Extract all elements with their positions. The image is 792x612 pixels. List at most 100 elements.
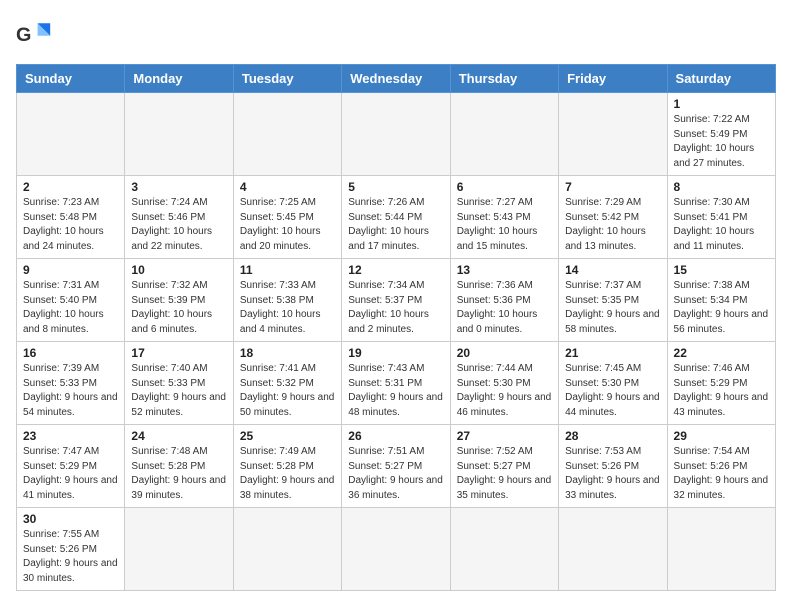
day-info: Sunrise: 7:39 AM Sunset: 5:33 PM Dayligh…	[23, 362, 118, 420]
calendar-table: SundayMondayTuesdayWednesdayThursdayFrid…	[16, 64, 776, 591]
day-number: 17	[131, 346, 226, 360]
day-info: Sunrise: 7:24 AM Sunset: 5:46 PM Dayligh…	[131, 196, 226, 254]
day-info: Sunrise: 7:49 AM Sunset: 5:28 PM Dayligh…	[240, 445, 335, 503]
day-number: 21	[565, 346, 660, 360]
day-number: 7	[565, 180, 660, 194]
calendar-cell: 8 Sunrise: 7:30 AM Sunset: 5:41 PM Daylig…	[667, 176, 775, 259]
calendar-cell	[233, 508, 341, 591]
day-number: 9	[23, 263, 118, 277]
calendar-cell: 22 Sunrise: 7:46 AM Sunset: 5:29 PM Dayli…	[667, 342, 775, 425]
day-number: 11	[240, 263, 335, 277]
calendar-cell: 18 Sunrise: 7:41 AM Sunset: 5:32 PM Dayli…	[233, 342, 341, 425]
day-info: Sunrise: 7:38 AM Sunset: 5:34 PM Dayligh…	[674, 279, 769, 337]
calendar-cell: 3Sunrise: 7:24 AM Sunset: 5:46 PM Daylig…	[125, 176, 233, 259]
day-number: 23	[23, 429, 118, 443]
day-number: 5	[348, 180, 443, 194]
calendar-cell	[17, 93, 125, 176]
calendar-cell: 23Sunrise: 7:47 AM Sunset: 5:29 PM Dayli…	[17, 425, 125, 508]
day-number: 18	[240, 346, 335, 360]
calendar-cell: 14 Sunrise: 7:37 AM Sunset: 5:35 PM Dayli…	[559, 259, 667, 342]
day-info: Sunrise: 7:22 AM Sunset: 5:49 PM Dayligh…	[674, 113, 769, 171]
day-number: 10	[131, 263, 226, 277]
day-number: 4	[240, 180, 335, 194]
calendar-cell: 12Sunrise: 7:34 AM Sunset: 5:37 PM Dayli…	[342, 259, 450, 342]
day-info: Sunrise: 7:44 AM Sunset: 5:30 PM Dayligh…	[457, 362, 552, 420]
day-header-sunday: Sunday	[17, 65, 125, 93]
day-info: Sunrise: 7:53 AM Sunset: 5:26 PM Dayligh…	[565, 445, 660, 503]
day-info: Sunrise: 7:25 AM Sunset: 5:45 PM Dayligh…	[240, 196, 335, 254]
day-info: Sunrise: 7:52 AM Sunset: 5:27 PM Dayligh…	[457, 445, 552, 503]
day-info: Sunrise: 7:27 AM Sunset: 5:43 PM Dayligh…	[457, 196, 552, 254]
day-number: 28	[565, 429, 660, 443]
day-number: 14	[565, 263, 660, 277]
day-info: Sunrise: 7:37 AM Sunset: 5:35 PM Dayligh…	[565, 279, 660, 337]
calendar-cell	[667, 508, 775, 591]
day-number: 27	[457, 429, 552, 443]
calendar-cell: 7 Sunrise: 7:29 AM Sunset: 5:42 PM Daylig…	[559, 176, 667, 259]
calendar-cell: 24 Sunrise: 7:48 AM Sunset: 5:28 PM Dayli…	[125, 425, 233, 508]
day-info: Sunrise: 7:30 AM Sunset: 5:41 PM Dayligh…	[674, 196, 769, 254]
day-number: 16	[23, 346, 118, 360]
day-number: 8	[674, 180, 769, 194]
day-number: 24	[131, 429, 226, 443]
day-info: Sunrise: 7:29 AM Sunset: 5:42 PM Dayligh…	[565, 196, 660, 254]
calendar-cell	[559, 93, 667, 176]
day-number: 1	[674, 97, 769, 111]
calendar-cell: 21Sunrise: 7:45 AM Sunset: 5:30 PM Dayli…	[559, 342, 667, 425]
day-info: Sunrise: 7:41 AM Sunset: 5:32 PM Dayligh…	[240, 362, 335, 420]
calendar-cell	[233, 93, 341, 176]
day-info: Sunrise: 7:43 AM Sunset: 5:31 PM Dayligh…	[348, 362, 443, 420]
day-number: 29	[674, 429, 769, 443]
logo-icon: G	[16, 16, 52, 52]
day-number: 2	[23, 180, 118, 194]
calendar-cell: 30Sunrise: 7:55 AM Sunset: 5:26 PM Dayli…	[17, 508, 125, 591]
day-number: 15	[674, 263, 769, 277]
day-number: 12	[348, 263, 443, 277]
day-number: 22	[674, 346, 769, 360]
calendar-cell: 9 Sunrise: 7:31 AM Sunset: 5:40 PM Daylig…	[17, 259, 125, 342]
day-info: Sunrise: 7:48 AM Sunset: 5:28 PM Dayligh…	[131, 445, 226, 503]
day-info: Sunrise: 7:33 AM Sunset: 5:38 PM Dayligh…	[240, 279, 335, 337]
day-info: Sunrise: 7:51 AM Sunset: 5:27 PM Dayligh…	[348, 445, 443, 503]
calendar-week-row: 30Sunrise: 7:55 AM Sunset: 5:26 PM Dayli…	[17, 508, 776, 591]
calendar-cell	[450, 508, 558, 591]
day-number: 19	[348, 346, 443, 360]
day-header-tuesday: Tuesday	[233, 65, 341, 93]
day-info: Sunrise: 7:23 AM Sunset: 5:48 PM Dayligh…	[23, 196, 118, 254]
calendar-cell: 26 Sunrise: 7:51 AM Sunset: 5:27 PM Dayli…	[342, 425, 450, 508]
calendar-cell: 11 Sunrise: 7:33 AM Sunset: 5:38 PM Dayli…	[233, 259, 341, 342]
day-header-friday: Friday	[559, 65, 667, 93]
calendar-cell: 13 Sunrise: 7:36 AM Sunset: 5:36 PM Dayli…	[450, 259, 558, 342]
calendar-cell	[125, 508, 233, 591]
day-number: 26	[348, 429, 443, 443]
calendar-cell: 16 Sunrise: 7:39 AM Sunset: 5:33 PM Dayli…	[17, 342, 125, 425]
day-info: Sunrise: 7:46 AM Sunset: 5:29 PM Dayligh…	[674, 362, 769, 420]
day-info: Sunrise: 7:36 AM Sunset: 5:36 PM Dayligh…	[457, 279, 552, 337]
calendar-week-row: 1 Sunrise: 7:22 AM Sunset: 5:49 PM Daylig…	[17, 93, 776, 176]
calendar-cell: 29Sunrise: 7:54 AM Sunset: 5:26 PM Dayli…	[667, 425, 775, 508]
day-number: 25	[240, 429, 335, 443]
calendar-week-row: 9 Sunrise: 7:31 AM Sunset: 5:40 PM Daylig…	[17, 259, 776, 342]
calendar-cell	[342, 93, 450, 176]
calendar-cell	[125, 93, 233, 176]
calendar-cell	[342, 508, 450, 591]
calendar-cell: 6Sunrise: 7:27 AM Sunset: 5:43 PM Daylig…	[450, 176, 558, 259]
calendar-cell: 15 Sunrise: 7:38 AM Sunset: 5:34 PM Dayli…	[667, 259, 775, 342]
day-number: 30	[23, 512, 118, 526]
page-header: G	[16, 16, 776, 52]
day-header-wednesday: Wednesday	[342, 65, 450, 93]
calendar-cell: 10 Sunrise: 7:32 AM Sunset: 5:39 PM Dayli…	[125, 259, 233, 342]
svg-text:G: G	[16, 24, 31, 46]
day-info: Sunrise: 7:31 AM Sunset: 5:40 PM Dayligh…	[23, 279, 118, 337]
day-info: Sunrise: 7:32 AM Sunset: 5:39 PM Dayligh…	[131, 279, 226, 337]
calendar-cell	[450, 93, 558, 176]
day-number: 13	[457, 263, 552, 277]
calendar-week-row: 2 Sunrise: 7:23 AM Sunset: 5:48 PM Daylig…	[17, 176, 776, 259]
calendar-cell: 20Sunrise: 7:44 AM Sunset: 5:30 PM Dayli…	[450, 342, 558, 425]
calendar-week-row: 23Sunrise: 7:47 AM Sunset: 5:29 PM Dayli…	[17, 425, 776, 508]
day-info: Sunrise: 7:26 AM Sunset: 5:44 PM Dayligh…	[348, 196, 443, 254]
calendar-header-row: SundayMondayTuesdayWednesdayThursdayFrid…	[17, 65, 776, 93]
calendar-cell: 5 Sunrise: 7:26 AM Sunset: 5:44 PM Daylig…	[342, 176, 450, 259]
day-header-monday: Monday	[125, 65, 233, 93]
calendar-cell: 27 Sunrise: 7:52 AM Sunset: 5:27 PM Dayli…	[450, 425, 558, 508]
